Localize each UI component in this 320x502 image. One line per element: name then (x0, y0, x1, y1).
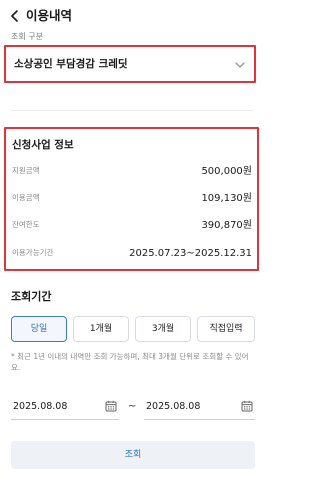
info-value: 109,130원 (201, 193, 252, 204)
section-divider (11, 110, 253, 111)
chevron-down-icon (235, 62, 245, 68)
period-3month-button[interactable]: 3개월 (135, 316, 191, 342)
info-value: 500,000원 (201, 166, 252, 177)
info-row-remaining-limit: 잔여한도 390,870원 (12, 218, 252, 234)
back-arrow-icon[interactable] (8, 9, 22, 23)
info-key: 이용금액 (12, 193, 40, 202)
page-title: 이용내역 (26, 8, 73, 23)
start-date-field[interactable]: 2025.08.08 (11, 396, 119, 420)
calendar-icon (241, 400, 253, 412)
date-range-separator: ~ (128, 401, 137, 412)
program-select-value: 소상공인 부담경감 크레딧 (14, 58, 128, 70)
end-date-value: 2025.08.08 (146, 401, 201, 412)
info-value: 390,870원 (201, 220, 252, 231)
info-row-support-amount: 지원금액 500,000원 (12, 164, 252, 180)
period-notice: * 최근 1년 이내의 내역만 조회 가능하며, 최대 3개월 단위로 조회할 … (11, 352, 249, 372)
info-key: 지원금액 (12, 166, 40, 175)
info-row-used-amount: 이용금액 109,130원 (12, 191, 252, 207)
period-section-title: 조회기간 (11, 290, 52, 303)
period-today-button[interactable]: 당일 (11, 316, 67, 342)
start-date-value: 2025.08.08 (13, 401, 68, 412)
info-row-available-period: 이용가능기간 2025.07.23~2025.12.31 (12, 246, 252, 262)
period-1month-button[interactable]: 1개월 (73, 316, 129, 342)
info-key: 잔여한도 (12, 220, 40, 229)
info-value: 2025.07.23~2025.12.31 (129, 248, 252, 259)
search-button[interactable]: 조회 (11, 441, 255, 469)
info-key: 이용가능기간 (12, 248, 54, 257)
program-info-card: 신청사업 정보 지원금액 500,000원 이용금액 109,130원 잔여한도… (4, 127, 259, 271)
calendar-icon (105, 400, 117, 412)
end-date-field[interactable]: 2025.08.08 (144, 396, 255, 420)
period-custom-button[interactable]: 직접입력 (197, 316, 255, 342)
program-info-title: 신청사업 정보 (12, 139, 74, 151)
program-select[interactable]: 소상공인 부담경감 크레딧 (4, 45, 256, 83)
app-header: 이용내역 (0, 0, 264, 32)
filter-label: 조회 구분 (11, 32, 43, 41)
